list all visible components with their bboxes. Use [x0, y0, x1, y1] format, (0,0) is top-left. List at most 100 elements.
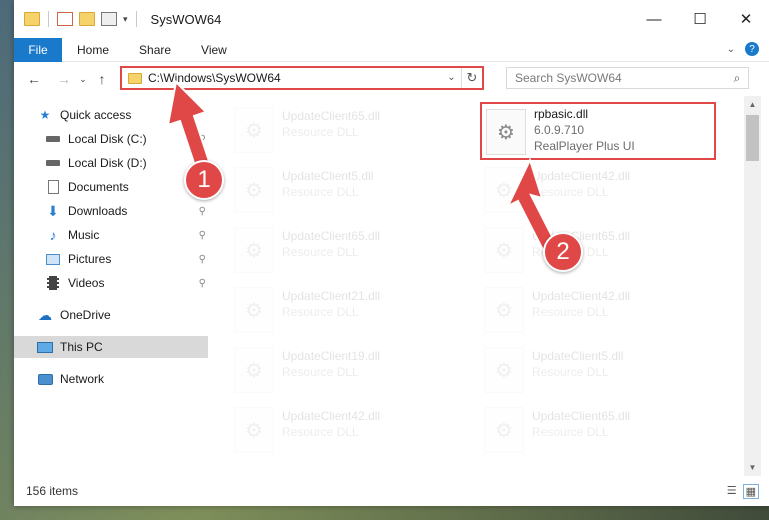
- file-item[interactable]: ⚙ UpdateClient65.dllResource DLL: [480, 222, 720, 278]
- sidebar-item-quick-access[interactable]: ★ Quick access: [14, 104, 208, 126]
- scroll-up-icon[interactable]: ▲: [744, 96, 761, 113]
- dll-file-icon: ⚙: [484, 227, 524, 273]
- sidebar-item-videos[interactable]: Videos ⚲: [14, 272, 208, 294]
- sidebar-item-local-disk-d[interactable]: Local Disk (D:) ⚲: [14, 152, 208, 174]
- navigation-bar: ← → ⌄ ↑ C:\Windows\SysWOW64 ⌄ ↻ Search S…: [14, 62, 769, 96]
- file-item[interactable]: ⚙ UpdateClient19.dll Resource DLL: [230, 342, 470, 398]
- file-item[interactable]: ⚙ UpdateClient42.dll Resource DLL: [480, 282, 720, 338]
- explorer-window: ▾ SysWOW64 — ☐ ✕ File Home Share View ⌄ …: [14, 0, 769, 506]
- sidebar-item-this-pc[interactable]: This PC: [14, 336, 208, 358]
- file-name: UpdateClient65.dll: [532, 409, 631, 423]
- dll-file-icon: ⚙: [484, 167, 524, 213]
- address-bar[interactable]: C:\Windows\SysWOW64 ⌄ ↻: [120, 66, 484, 90]
- download-icon: ⬇: [47, 202, 59, 219]
- sidebar-item-music[interactable]: ♪ Music ⚲: [14, 224, 208, 246]
- sidebar-item-label: This PC: [60, 340, 103, 354]
- file-type: Resource DLL: [532, 365, 609, 379]
- search-placeholder[interactable]: Search SysWOW64: [515, 71, 726, 85]
- vertical-scrollbar[interactable]: ▲ ▼: [744, 96, 761, 476]
- dll-file-icon: ⚙: [486, 109, 526, 155]
- new-folder-icon[interactable]: [79, 12, 95, 26]
- file-item[interactable]: ⚙ UpdateClient21.dll Resource DLL: [230, 282, 470, 338]
- sidebar-item-documents[interactable]: Documents ⚲: [14, 176, 208, 198]
- computer-icon: [36, 340, 54, 354]
- address-path[interactable]: C:\Windows\SysWOW64: [148, 71, 442, 85]
- document-icon: [44, 180, 62, 194]
- network-icon: [36, 372, 54, 386]
- sidebar-item-label: Videos: [68, 276, 105, 290]
- file-version: 6.0.9.710: [534, 123, 585, 137]
- pin-icon[interactable]: ⚲: [199, 278, 206, 289]
- address-dropdown-icon[interactable]: ⌄: [442, 68, 462, 88]
- pin-icon[interactable]: ⚲: [199, 230, 206, 241]
- search-input[interactable]: Search SysWOW64 ⌕: [506, 67, 749, 89]
- dll-file-icon: ⚙: [234, 227, 274, 273]
- dll-file-icon: ⚙: [484, 287, 524, 333]
- item-count: 156 items: [26, 484, 79, 498]
- file-item[interactable]: ⚙ UpdateClient42.dll Resource DLL: [480, 162, 720, 218]
- cloud-icon: ☁: [38, 306, 52, 323]
- file-item[interactable]: ⚙ UpdateClient65.dllResource DLL: [230, 102, 470, 158]
- file-type: Resource DLL: [282, 185, 359, 199]
- help-icon[interactable]: ?: [745, 42, 759, 56]
- sidebar-item-local-disk-c[interactable]: Local Disk (C:) ⚲: [14, 128, 208, 150]
- callout-badge-two: 2: [543, 232, 583, 272]
- toolbar-divider: [48, 11, 49, 27]
- recent-locations-icon[interactable]: ⌄: [76, 74, 90, 85]
- ribbon-right-controls: ⌄ ?: [727, 42, 759, 56]
- up-arrow-icon[interactable]: ↑: [90, 71, 114, 87]
- file-item[interactable]: ⚙ UpdateClient65.dllResource DLL: [480, 402, 720, 458]
- properties-icon[interactable]: [57, 12, 73, 26]
- tab-view[interactable]: View: [186, 43, 242, 57]
- sidebar-item-label: Quick access: [60, 108, 132, 122]
- file-name: UpdateClient65.dll: [282, 229, 381, 243]
- sidebar-item-label: Pictures: [68, 252, 112, 266]
- tiles-view-icon[interactable]: ▦: [742, 484, 759, 499]
- callout-badge-one: 1: [184, 160, 224, 200]
- file-item-rpbasic[interactable]: ⚙ rpbasic.dll 6.0.9.710 RealPlayer Plus …: [480, 102, 716, 160]
- file-name: UpdateClient42.dll: [532, 289, 631, 303]
- sidebar-item-label: Documents: [68, 180, 129, 194]
- scroll-down-icon[interactable]: ▼: [744, 459, 761, 476]
- customize-icon[interactable]: [101, 12, 117, 26]
- search-icon[interactable]: ⌕: [726, 71, 748, 86]
- sidebar-item-network[interactable]: Network: [14, 368, 208, 390]
- pin-icon[interactable]: ⚲: [199, 206, 206, 217]
- quick-access-toolbar: ▾: [14, 11, 139, 27]
- sidebar-item-downloads[interactable]: ⬇ Downloads ⚲: [14, 200, 208, 222]
- dll-file-icon: ⚙: [234, 407, 274, 453]
- refresh-icon[interactable]: ↻: [462, 70, 482, 86]
- pin-icon[interactable]: ⚲: [199, 134, 206, 145]
- close-button[interactable]: ✕: [723, 0, 769, 38]
- music-icon: ♪: [49, 227, 57, 243]
- details-view-icon[interactable]: ☰: [727, 484, 737, 499]
- expand-ribbon-icon[interactable]: ⌄: [727, 44, 735, 55]
- back-arrow-icon[interactable]: ←: [22, 71, 46, 87]
- tab-share[interactable]: Share: [124, 43, 186, 57]
- pin-icon[interactable]: ⚲: [199, 254, 206, 265]
- sidebar-item-pictures[interactable]: Pictures ⚲: [14, 248, 208, 270]
- file-name: UpdateClient21.dll: [282, 289, 381, 303]
- file-item[interactable]: ⚙ UpdateClient5.dll Resource DLL: [230, 162, 470, 218]
- navigation-pane: ★ Quick access Local Disk (C:) ⚲ Local D…: [14, 96, 208, 476]
- file-item[interactable]: ⚙ UpdateClient42.dll Resource DLL: [230, 402, 470, 458]
- dll-file-icon: ⚙: [234, 287, 274, 333]
- pictures-icon: [44, 252, 62, 266]
- tab-home[interactable]: Home: [62, 43, 124, 57]
- toolbar-divider: [135, 11, 137, 27]
- file-item[interactable]: ⚙ UpdateClient65.dllResource DLL: [230, 222, 470, 278]
- file-list: ⚙ UpdateClient65.dll Resource DLL ⚙ Updat…: [208, 96, 744, 476]
- tab-file[interactable]: File: [14, 37, 62, 62]
- sidebar-item-onedrive[interactable]: ☁ OneDrive: [14, 304, 208, 326]
- forward-arrow-icon[interactable]: →: [52, 71, 76, 87]
- file-type: Resource DLL: [532, 425, 609, 439]
- maximize-button[interactable]: ☐: [677, 0, 723, 38]
- file-item[interactable]: ⚙ UpdateClient5.dll Resource DLL: [480, 342, 720, 398]
- scrollbar-thumb[interactable]: [746, 115, 759, 161]
- file-name: UpdateClient42.dll: [282, 409, 381, 423]
- qa-dropdown-icon[interactable]: ▾: [123, 14, 128, 25]
- minimize-button[interactable]: —: [631, 0, 677, 38]
- sidebar-item-label: Local Disk (D:): [68, 156, 147, 170]
- file-description: RealPlayer Plus UI: [534, 139, 635, 153]
- file-name: UpdateClient5.dll: [282, 169, 374, 183]
